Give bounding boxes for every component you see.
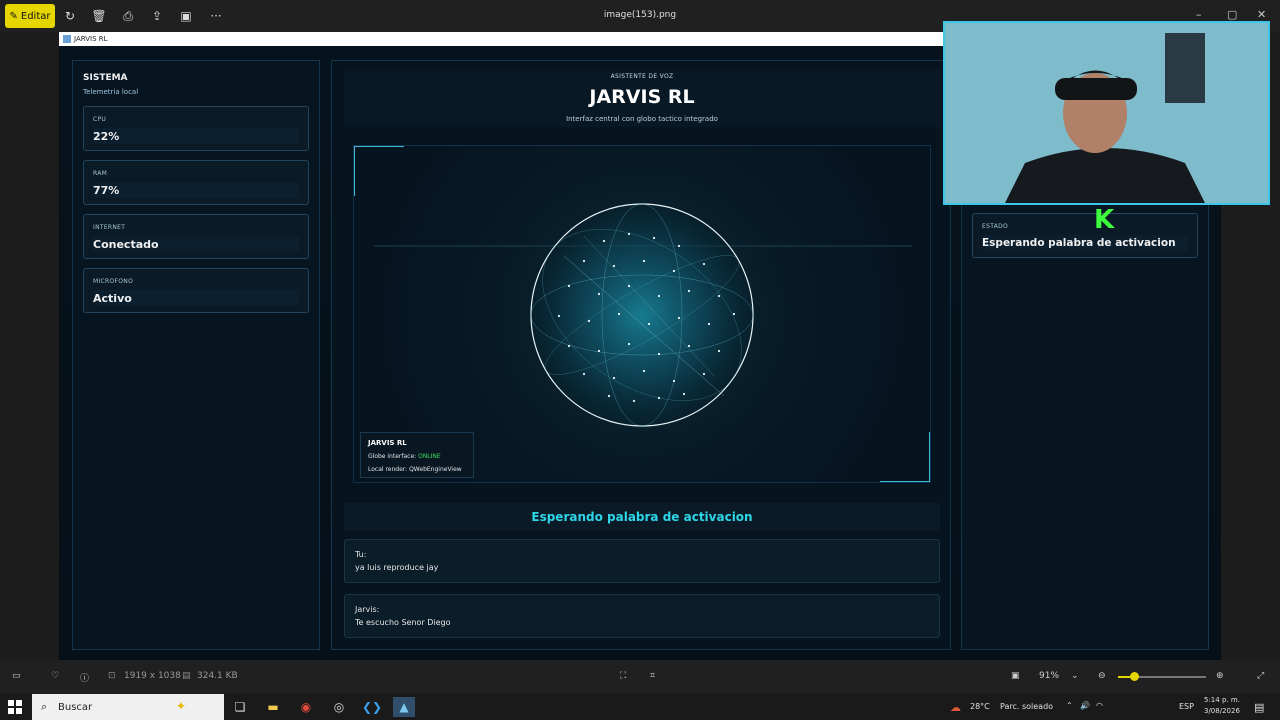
stat-value: Conectado xyxy=(93,236,299,252)
windows-taskbar: ⌕ Buscar ✦ ❏ ▬ ◉ ◎ ❮❯ ▲ ☁ 28°C Parc. sol… xyxy=(0,694,1280,720)
crop-icon[interactable]: ⛶ xyxy=(620,671,626,681)
estado-label: ESTADO xyxy=(982,223,1009,230)
header-kicker: ASISTENTE DE VOZ xyxy=(610,73,674,80)
file-size-icon: ▤ xyxy=(182,671,191,681)
globe-sphere xyxy=(530,203,754,427)
clock-date[interactable]: 3/08/2026 xyxy=(1204,707,1240,715)
render-line: Local render: QWebEngineView xyxy=(368,466,462,473)
system-panel: SISTEMA Telemetria local CPU 22% RAM 77%… xyxy=(72,60,320,650)
tray-chevron-icon[interactable]: ⌃ xyxy=(1066,701,1073,710)
task-view-icon[interactable]: ❏ xyxy=(229,697,251,717)
weather-desc[interactable]: Parc. soleado xyxy=(1000,702,1053,711)
stat-value: 22% xyxy=(93,128,299,144)
globe-status-line: Globe interface: ONLINE xyxy=(368,453,441,460)
search-placeholder: Buscar xyxy=(58,701,93,713)
weather-icon: ☁ xyxy=(950,701,961,714)
zoom-slider[interactable] xyxy=(1118,672,1206,681)
app-icon xyxy=(63,35,71,43)
header-subtitle: Interfaz central con globo tactico integ… xyxy=(566,115,718,123)
photos-app-icon[interactable]: ▲ xyxy=(393,697,415,717)
webcam-overlay xyxy=(943,21,1270,205)
message-text: Te escucho Senor Diego xyxy=(355,618,451,627)
stat-card-microphone: MICROFONO Activo xyxy=(83,268,309,313)
message-card: Jarvis: Te escucho Senor Diego xyxy=(344,594,940,638)
favorite-icon[interactable]: ♡ xyxy=(51,671,59,681)
filmstrip-icon[interactable]: ▭ xyxy=(12,671,21,681)
globe-status-value: ONLINE xyxy=(418,453,441,460)
image-dims: 1919 x 1038 xyxy=(124,671,181,681)
language-indicator[interactable]: ESP xyxy=(1179,702,1194,711)
volume-icon[interactable]: 🔊 xyxy=(1080,701,1090,710)
message-author: Tu: xyxy=(355,550,367,559)
file-explorer-icon[interactable]: ▬ xyxy=(262,697,284,717)
fit-icon[interactable]: ▣ xyxy=(1011,671,1020,681)
taskbar-search[interactable]: ⌕ Buscar ✦ xyxy=(32,694,224,720)
stat-card-ram: RAM 77% xyxy=(83,160,309,205)
status-banner: Esperando palabra de activacion xyxy=(344,503,940,531)
overlay-badge: K xyxy=(1094,205,1115,235)
center-panel: ASISTENTE DE VOZ JARVIS RL Interfaz cent… xyxy=(331,60,951,650)
weather-temp[interactable]: 28°C xyxy=(970,702,990,711)
photos-bottom-bar: ▭ ♡ ⓘ ⊡ 1919 x 1038 ▤ 324.1 KB ⛶ ⌗ ▣ 91%… xyxy=(0,660,1280,694)
info-icon[interactable]: ⓘ xyxy=(80,671,89,684)
sparkle-icon: ✦ xyxy=(176,699,187,713)
stat-label: CPU xyxy=(93,116,107,123)
message-author: Jarvis: xyxy=(355,605,380,614)
stat-label: RAM xyxy=(93,170,108,177)
fullscreen-icon[interactable]: ⤢ xyxy=(1257,671,1264,681)
image-dims-icon: ⊡ xyxy=(108,671,116,681)
stat-label: MICROFONO xyxy=(93,278,134,285)
minimize-icon[interactable]: – xyxy=(1196,8,1202,21)
jarvis-window-title: JARVIS RL xyxy=(74,35,108,43)
estado-card: ESTADO Esperando palabra de activacion xyxy=(972,213,1198,258)
system-title: SISTEMA xyxy=(83,73,128,83)
windows-start-icon[interactable] xyxy=(8,700,22,714)
zoom-in-icon[interactable]: ⊕ xyxy=(1216,671,1224,681)
github-icon[interactable]: ◎ xyxy=(328,697,350,717)
message-card: Tu: ya luis reproduce jay xyxy=(344,539,940,583)
clock-time[interactable]: 5:14 p. m. xyxy=(1204,696,1240,704)
stat-value: 77% xyxy=(93,182,299,198)
file-size: 324.1 KB xyxy=(197,671,238,681)
message-text: ya luis reproduce jay xyxy=(355,563,439,572)
estado-value: Esperando palabra de activacion xyxy=(982,235,1188,251)
maximize-icon[interactable]: ▢ xyxy=(1227,8,1237,21)
scan-icon[interactable]: ⌗ xyxy=(650,671,655,681)
search-icon: ⌕ xyxy=(41,700,48,713)
globe-view[interactable]: JARVIS RL Globe interface: ONLINE Local … xyxy=(353,145,931,483)
notification-icon[interactable]: ▤ xyxy=(1254,701,1264,714)
network-icon[interactable]: ◠ xyxy=(1096,701,1103,710)
chrome-icon[interactable]: ◉ xyxy=(295,697,317,717)
globe-info-title: JARVIS RL xyxy=(368,439,407,447)
stat-value: Activo xyxy=(93,290,299,306)
webcam-person-image xyxy=(945,23,1268,203)
vscode-icon[interactable]: ❮❯ xyxy=(361,697,383,717)
globe-status-prefix: Globe interface: xyxy=(368,453,419,460)
stat-card-internet: INTERNET Conectado xyxy=(83,214,309,259)
zoom-slider-knob[interactable] xyxy=(1129,672,1139,681)
chevron-down-icon[interactable]: ⌄ xyxy=(1071,671,1079,681)
zoom-out-icon[interactable]: ⊖ xyxy=(1098,671,1106,681)
stat-card-cpu: CPU 22% xyxy=(83,106,309,151)
header-title: JARVIS RL xyxy=(589,86,695,108)
globe-info-box: JARVIS RL Globe interface: ONLINE Local … xyxy=(360,432,474,478)
stat-label: INTERNET xyxy=(93,224,126,231)
file-name: image(153).png xyxy=(603,10,677,20)
close-icon[interactable]: ✕ xyxy=(1257,8,1266,21)
zoom-level[interactable]: 91% xyxy=(1039,671,1059,681)
system-subtitle: Telemetria local xyxy=(83,88,139,96)
